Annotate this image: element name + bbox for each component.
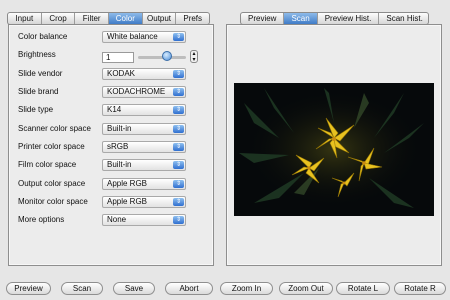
chevron-updown-icon: ⇕ <box>173 180 184 188</box>
flower-photo <box>234 83 434 216</box>
tab-scan[interactable]: Scan <box>284 13 318 24</box>
printer-color-space-label: Printer color space <box>18 142 85 151</box>
scan-button[interactable]: Scan <box>61 282 103 295</box>
brightness-slider-handle[interactable] <box>161 51 172 61</box>
tab-preview[interactable]: Preview <box>241 13 285 24</box>
monitor-color-space-value: Apple RGB <box>107 197 148 206</box>
slide-type-label: Slide type <box>18 105 54 114</box>
chevron-updown-icon: ⇕ <box>173 143 184 151</box>
slide-vendor-label: Slide vendor <box>18 69 63 78</box>
more-options-select[interactable]: None ⇕ <box>102 214 186 226</box>
left-tab-bar: Input Crop Filter Color Output Prefs <box>7 12 210 25</box>
printer-color-space-row: Printer color space sRGB ⇕ <box>18 141 198 153</box>
slide-vendor-select[interactable]: KODAK ⇕ <box>102 68 186 80</box>
scanner-color-space-select[interactable]: Built-in ⇕ <box>102 123 186 135</box>
scanner-color-space-label: Scanner color space <box>18 124 91 133</box>
monitor-color-space-row: Monitor color space Apple RGB ⇕ <box>18 196 198 208</box>
film-color-space-value: Built-in <box>107 160 132 169</box>
chevron-updown-icon: ⇕ <box>173 70 184 78</box>
brightness-label: Brightness <box>18 50 56 59</box>
zoom-in-button[interactable]: Zoom In <box>220 282 273 295</box>
chevron-updown-icon: ⇕ <box>173 106 184 114</box>
output-color-space-label: Output color space <box>18 179 86 188</box>
save-button[interactable]: Save <box>113 282 155 295</box>
brightness-input[interactable]: 1 <box>102 52 134 63</box>
rotate-right-button[interactable]: Rotate R <box>394 282 446 295</box>
monitor-color-space-select[interactable]: Apple RGB ⇕ <box>102 196 186 208</box>
slide-vendor-row: Slide vendor KODAK ⇕ <box>18 68 198 80</box>
tab-crop[interactable]: Crop <box>42 13 76 24</box>
scanner-color-space-row: Scanner color space Built-in ⇕ <box>18 123 198 135</box>
tab-preview-histogram[interactable]: Preview Hist. <box>318 13 380 24</box>
tab-scan-histogram[interactable]: Scan Hist. <box>379 13 428 24</box>
chevron-updown-icon: ⇕ <box>173 198 184 206</box>
tab-filter[interactable]: Filter <box>75 13 110 24</box>
film-color-space-select[interactable]: Built-in ⇕ <box>102 159 186 171</box>
tab-input[interactable]: Input <box>8 13 42 24</box>
film-color-space-row: Film color space Built-in ⇕ <box>18 159 198 171</box>
color-balance-row: Color balance White balance ⇕ <box>18 31 198 43</box>
more-options-label: More options <box>18 215 65 224</box>
preview-button[interactable]: Preview <box>6 282 51 295</box>
monitor-color-space-label: Monitor color space <box>18 197 88 206</box>
tab-output[interactable]: Output <box>143 13 177 24</box>
brightness-stepper[interactable]: ▴ ▾ <box>190 50 198 63</box>
zoom-out-button[interactable]: Zoom Out <box>279 282 333 295</box>
chevron-updown-icon: ⇕ <box>173 216 184 224</box>
chevron-updown-icon: ⇕ <box>173 33 184 41</box>
right-tab-bar: Preview Scan Preview Hist. Scan Hist. <box>240 12 429 25</box>
slide-brand-row: Slide brand KODACHROME ⇕ <box>18 86 198 98</box>
printer-color-space-select[interactable]: sRGB ⇕ <box>102 141 186 153</box>
chevron-updown-icon: ⇕ <box>173 125 184 133</box>
brightness-row: Brightness 1 ▴ ▾ <box>18 49 198 65</box>
slide-type-value: K14 <box>107 105 122 114</box>
scanner-color-space-value: Built-in <box>107 124 132 133</box>
slide-brand-value: KODACHROME <box>107 87 166 96</box>
color-balance-value: White balance <box>107 32 158 41</box>
color-balance-label: Color balance <box>18 32 68 41</box>
chevron-updown-icon: ⇕ <box>173 161 184 169</box>
rotate-left-button[interactable]: Rotate L <box>336 282 390 295</box>
color-balance-select[interactable]: White balance ⇕ <box>102 31 186 43</box>
more-options-row: More options None ⇕ <box>18 214 198 226</box>
tab-color[interactable]: Color <box>109 13 143 24</box>
output-color-space-select[interactable]: Apple RGB ⇕ <box>102 178 186 190</box>
chevron-updown-icon: ⇕ <box>173 88 184 96</box>
slide-brand-label: Slide brand <box>18 87 59 96</box>
slide-type-select[interactable]: K14 ⇕ <box>102 104 186 116</box>
output-color-space-value: Apple RGB <box>107 179 148 188</box>
abort-button[interactable]: Abort <box>165 282 213 295</box>
scanned-image <box>234 83 434 216</box>
film-color-space-label: Film color space <box>18 160 77 169</box>
printer-color-space-value: sRGB <box>107 142 129 151</box>
output-color-space-row: Output color space Apple RGB ⇕ <box>18 178 198 190</box>
slide-vendor-value: KODAK <box>107 69 136 78</box>
tab-prefs[interactable]: Prefs <box>176 13 209 24</box>
more-options-value: None <box>107 215 127 224</box>
slide-type-row: Slide type K14 ⇕ <box>18 104 198 116</box>
slide-brand-select[interactable]: KODACHROME ⇕ <box>102 86 186 98</box>
